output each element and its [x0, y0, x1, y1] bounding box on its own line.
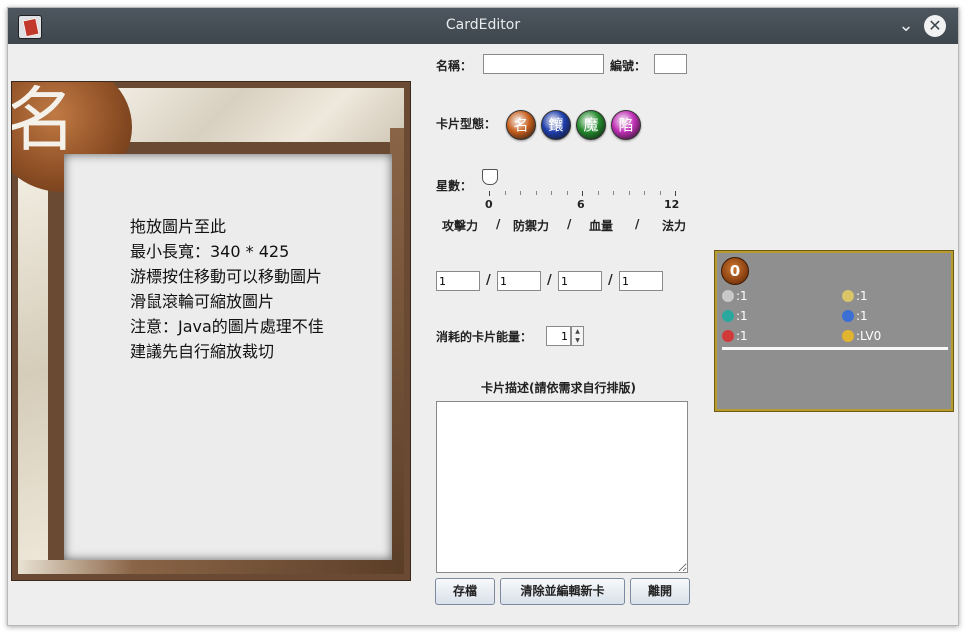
stars-label: 星數：: [436, 179, 473, 193]
preview-divider: [722, 347, 948, 350]
card-type-button[interactable]: 陷: [611, 110, 641, 140]
exit-button[interactable]: 離開: [630, 578, 690, 605]
attack-field[interactable]: [436, 271, 480, 291]
close-button[interactable]: ✕: [924, 15, 946, 37]
card-image-drop-area[interactable]: 名 拖放圖片至此 最小長寬：340 * 425 游標按住移動可以移動圖片 滑鼠滾…: [11, 81, 411, 581]
stars-slider-tick: [551, 191, 552, 195]
defense-field[interactable]: [497, 271, 541, 291]
stars-slider-tick: [489, 191, 490, 196]
stars-slider-tick: [504, 191, 506, 195]
card-frame-bottom: [18, 560, 404, 574]
shield-icon: [842, 290, 854, 302]
stars-slider-tick: [535, 191, 537, 195]
preview-stat: :1: [722, 329, 748, 343]
description-textarea[interactable]: [436, 401, 688, 573]
instruction-line: 拖放圖片至此: [130, 217, 227, 236]
stars-tick-label: 12: [664, 198, 680, 211]
defense-header: 防禦力: [513, 219, 550, 233]
preview-stat-value: :1: [736, 329, 748, 343]
instruction-line: 游標按住移動可以移動圖片: [130, 267, 323, 286]
clear-new-card-button[interactable]: 清除並編輯新卡: [500, 578, 625, 605]
attack-header: 攻擊力: [442, 219, 479, 233]
stars-slider-tick: [582, 191, 583, 196]
card-editor-window: CardEditor ⌄ ✕ 名 拖放圖片至此 最小長寬：340 * 425 游…: [7, 7, 959, 626]
stars-slider-tick: [613, 191, 614, 195]
stars-tick-label: 6: [577, 198, 585, 211]
stat-separator: /: [608, 273, 613, 288]
health-header: 血量: [589, 219, 614, 233]
instruction-line: 滑鼠滾輪可縮放圖片: [130, 292, 275, 311]
mana-gem-icon: [722, 310, 734, 322]
mana-header: 法力: [662, 219, 687, 233]
number-label: 編號：: [610, 59, 647, 73]
stars-slider-tick: [566, 191, 568, 195]
stat-separator: /: [547, 273, 552, 288]
card-orb-glyph: 名: [11, 81, 76, 161]
card-frame-top: [104, 88, 404, 142]
title-bar[interactable]: CardEditor ⌄ ✕: [8, 8, 958, 44]
preview-stat: :1: [842, 289, 868, 303]
instruction-line: 注意：Java的圖片處理不佳: [130, 317, 324, 336]
preview-stat: :1: [722, 309, 748, 323]
name-label: 名稱：: [436, 59, 473, 73]
stars-slider-tick: [520, 191, 521, 195]
health-field[interactable]: [558, 271, 602, 291]
preview-stat: :1: [842, 309, 868, 323]
save-button[interactable]: 存檔: [435, 578, 495, 605]
stars-slider-tick: [675, 191, 676, 196]
window-title: CardEditor: [445, 17, 521, 33]
stat-header-slash: /: [635, 217, 640, 231]
blue-gem-icon: [842, 310, 854, 322]
instruction-line: 建議先自行縮放裁切: [130, 342, 275, 361]
stars-slider-thumb[interactable]: [482, 169, 498, 185]
card-frame-right: [390, 128, 404, 574]
number-field[interactable]: [654, 54, 687, 74]
energy-label: 消耗的卡片能量：: [436, 330, 533, 344]
stars-slider-tick: [659, 191, 661, 195]
preview-stat-value: :1: [736, 289, 748, 303]
preview-stat: :LV0: [842, 329, 881, 343]
energy-spinner-arrows[interactable]: ▲ ▼: [571, 326, 584, 346]
stat-separator: /: [486, 273, 491, 288]
stars-slider-tick: [597, 191, 599, 195]
lock-icon: [842, 330, 854, 342]
preview-stat-value: :1: [856, 309, 868, 323]
preview-stat: :1: [722, 289, 748, 303]
stat-header-slash: /: [496, 217, 501, 231]
instruction-line: 最小長寬：340 * 425: [130, 242, 290, 261]
card-type-label: 卡片型態：: [436, 117, 497, 131]
energy-spinner[interactable]: [546, 326, 571, 346]
card-frame-left: [18, 172, 48, 574]
card-type-button[interactable]: 魔: [576, 110, 606, 140]
card-art-area[interactable]: 拖放圖片至此 最小長寬：340 * 425 游標按住移動可以移動圖片 滑鼠滾輪可…: [64, 154, 392, 560]
sword-icon: [722, 290, 734, 302]
name-field[interactable]: [483, 54, 604, 74]
stat-header-slash: /: [567, 217, 572, 231]
preview-stat-value: :1: [736, 309, 748, 323]
card-type-button[interactable]: 鑲: [541, 110, 571, 140]
preview-stat-value: :LV0: [856, 329, 882, 343]
minimize-button[interactable]: ⌄: [895, 15, 917, 37]
stars-tick-label: 0: [485, 198, 493, 211]
drop-instructions: 拖放圖片至此 最小長寬：340 * 425 游標按住移動可以移動圖片 滑鼠滾輪可…: [130, 214, 324, 364]
card-type-button[interactable]: 名: [506, 110, 536, 140]
stars-slider-tick: [644, 191, 645, 195]
card-stats-preview: 0 :1 :1 :1 :1 :1 :LV0: [715, 251, 953, 411]
mana-field[interactable]: [619, 271, 663, 291]
stars-slider-tick: [628, 191, 630, 195]
preview-stat-value: :1: [856, 289, 868, 303]
energy-cost-orb: 0: [721, 257, 749, 285]
description-label: 卡片描述(請依需求自行排版): [481, 381, 636, 395]
health-icon: [722, 330, 734, 342]
